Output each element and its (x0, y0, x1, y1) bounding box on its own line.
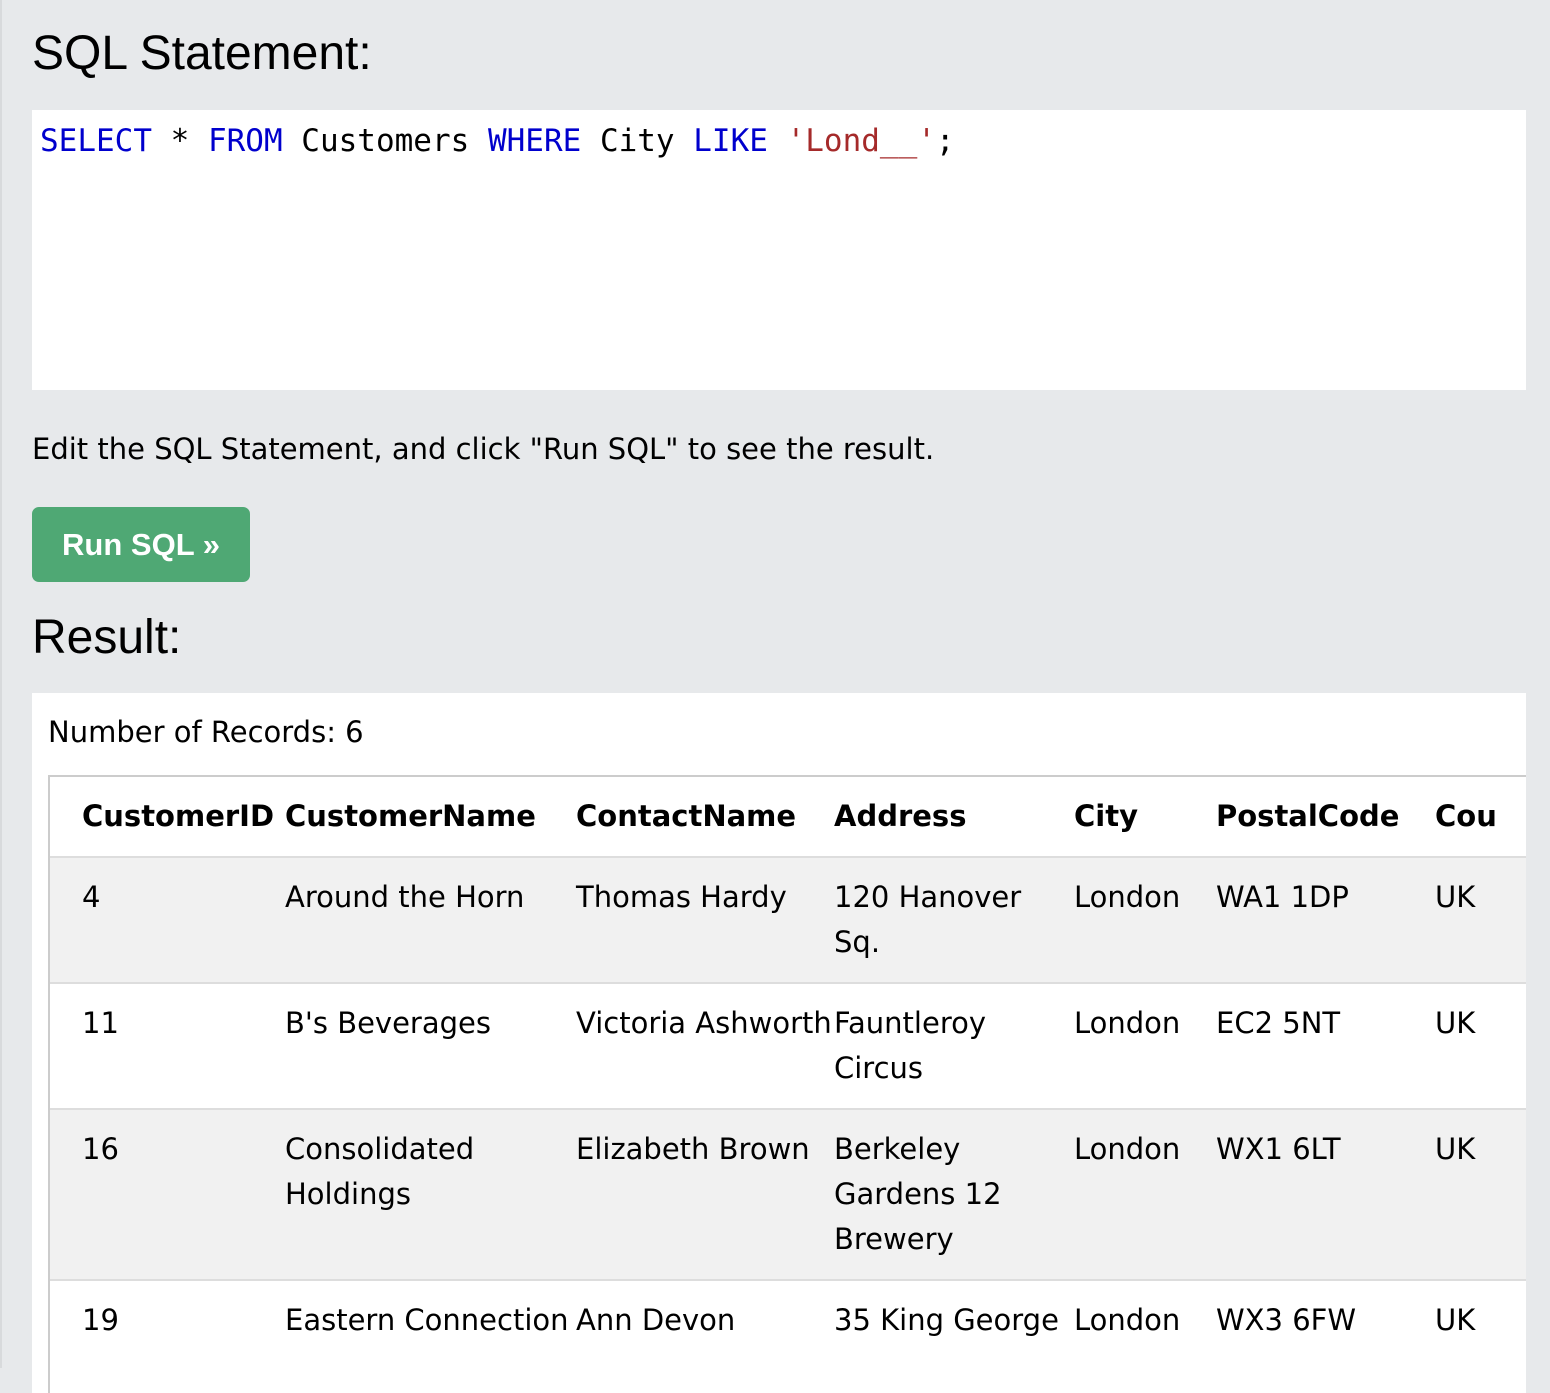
sql-token-keyword: FROM (207, 123, 283, 159)
cell-country: UK (1435, 880, 1476, 914)
sql-token-keyword: SELECT (40, 123, 152, 159)
sql-token-keyword: WHERE (487, 123, 582, 159)
cell-contactname: Ann Devon (576, 1303, 736, 1337)
cell-city: London (1074, 880, 1181, 914)
sql-token-plain: ; (935, 123, 955, 159)
sql-statement-heading: SQL Statement: (32, 27, 372, 80)
column-header-contactname: ContactName (576, 799, 797, 833)
sql-token-plain: * (151, 123, 208, 159)
cell-country: UK (1435, 1303, 1476, 1337)
column-header-postalcode: PostalCode (1216, 799, 1400, 833)
cell-customerid: 16 (82, 1132, 119, 1166)
cell-customername: Around the Horn (285, 880, 525, 914)
cell-customerid: 19 (82, 1303, 119, 1337)
cell-contactname: Elizabeth Brown (576, 1132, 810, 1166)
cell-postalcode: WX1 6LT (1216, 1132, 1341, 1166)
cell-contactname: Thomas Hardy (576, 880, 787, 914)
cell-country: UK (1435, 1132, 1476, 1166)
cell-address: 120 Hanover Sq. (834, 880, 1022, 959)
cell-postalcode: EC2 5NT (1216, 1006, 1341, 1040)
sql-token-string: 'Lond__' (786, 123, 936, 159)
table-row: 16 Consolidated Holdings Elizabeth Brown… (50, 1109, 1526, 1280)
cell-country: UK (1435, 1006, 1476, 1040)
cell-address: Fauntleroy Circus (834, 1006, 987, 1085)
cell-customerid: 4 (82, 880, 101, 914)
cell-customername: Consolidated Holdings (285, 1132, 475, 1211)
result-table-container[interactable]: CustomerID CustomerName ContactName Addr… (48, 775, 1526, 1393)
result-table: CustomerID CustomerName ContactName Addr… (50, 777, 1526, 1360)
result-heading: Result: (32, 611, 182, 664)
column-header-country: Cou (1435, 799, 1497, 833)
cell-customername: B's Beverages (285, 1006, 491, 1040)
table-header-row: CustomerID CustomerName ContactName Addr… (50, 777, 1526, 857)
column-header-address: Address (834, 799, 967, 833)
table-row: 19 Eastern Connection Ann Devon 35 King … (50, 1280, 1526, 1360)
sql-token-plain (768, 123, 787, 159)
page-left-border (0, 0, 2, 1368)
cell-customerid: 11 (82, 1006, 119, 1040)
column-header-customerid: CustomerID (82, 799, 275, 833)
cell-contactname: Victoria Ashworth (576, 1006, 832, 1040)
cell-address: Berkeley Gardens 12 Brewery (834, 1132, 1002, 1256)
sql-token-keyword: LIKE (693, 123, 768, 159)
table-row: 11 B's Beverages Victoria Ashworth Faunt… (50, 983, 1526, 1109)
instruction-text: Edit the SQL Statement, and click "Run S… (32, 432, 935, 466)
cell-city: London (1074, 1132, 1181, 1166)
cell-city: London (1074, 1303, 1181, 1337)
column-header-city: City (1074, 799, 1138, 833)
record-count: Number of Records: 6 (48, 715, 364, 749)
cell-postalcode: WA1 1DP (1216, 880, 1349, 914)
cell-address: 35 King George (834, 1303, 1059, 1337)
sql-token-plain: City (581, 123, 694, 159)
cell-postalcode: WX3 6FW (1216, 1303, 1357, 1337)
run-sql-button[interactable]: Run SQL » (32, 507, 250, 582)
result-panel: Number of Records: 6 CustomerID Customer… (32, 693, 1526, 1393)
table-row: 4 Around the Horn Thomas Hardy 120 Hanov… (50, 857, 1526, 983)
cell-city: London (1074, 1006, 1181, 1040)
column-header-customername: CustomerName (285, 799, 536, 833)
sql-editor[interactable]: SELECT * FROM Customers WHERE City LIKE … (32, 110, 1526, 390)
sql-token-plain: Customers (282, 123, 488, 159)
cell-customername: Eastern Connection (285, 1303, 569, 1337)
